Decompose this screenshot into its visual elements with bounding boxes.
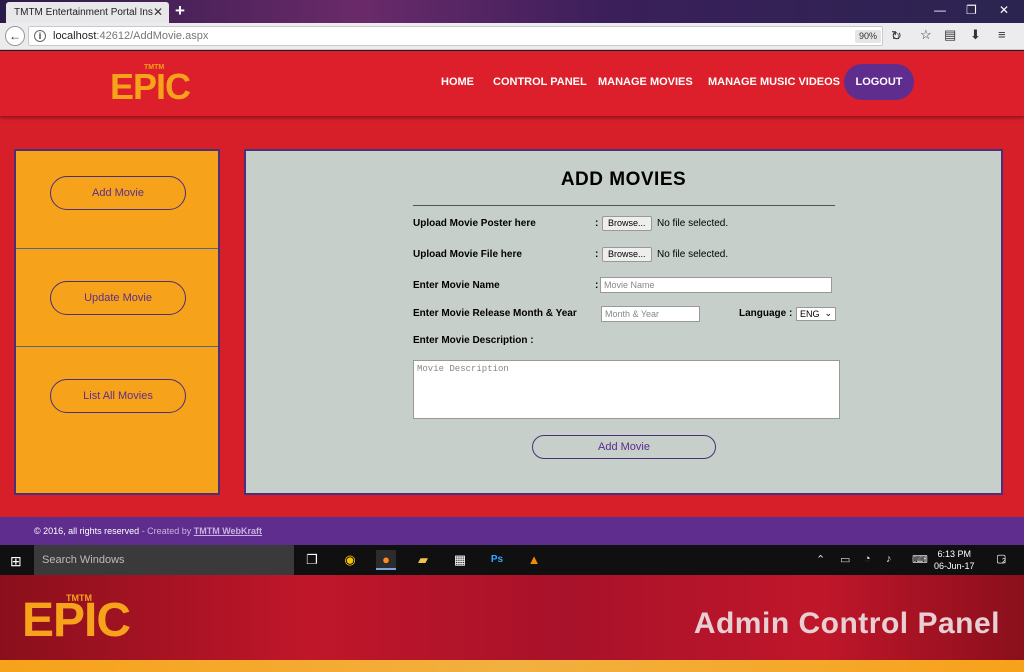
minimize-icon[interactable]: — [934, 3, 946, 17]
release-date-input[interactable]: Month & Year [601, 306, 700, 322]
home-icon[interactable]: ⌂ [892, 27, 900, 42]
url-host: localhost [53, 30, 97, 42]
release-date-label: Enter Movie Release Month & Year [413, 308, 577, 319]
url-text: localhost:42612/AddMovie.aspx [53, 30, 208, 42]
language-value: ENG [800, 309, 820, 319]
movie-name-input[interactable]: Movie Name [600, 277, 832, 293]
sidebar-add-movie-button[interactable]: Add Movie [50, 176, 186, 210]
language-select[interactable]: ENG ⌄ [796, 307, 836, 321]
chrome-icon[interactable]: ◉ [340, 550, 360, 570]
nav-manage-movies[interactable]: MANAGE MOVIES [598, 76, 693, 88]
zoom-level[interactable]: 90% [855, 30, 881, 43]
sidebar-list-all-movies-button[interactable]: List All Movies [50, 379, 186, 413]
clock-date: 06-Jun-17 [934, 561, 975, 571]
movie-name-label: Enter Movie Name [413, 280, 500, 291]
taskbar-search-box[interactable]: Search Windows [34, 545, 294, 575]
banner-logo-mark: TMTM [66, 593, 92, 603]
calculator-icon[interactable]: ▦ [450, 550, 470, 570]
address-bar[interactable]: i localhost:42612/AddMovie.aspx 90% ↻ [28, 26, 902, 46]
file-explorer-icon[interactable]: ▰ [413, 550, 433, 570]
vlc-icon[interactable]: ▲ [524, 550, 544, 570]
title-divider [413, 205, 835, 206]
description-label: Enter Movie Description : [413, 335, 534, 346]
movie-file-status: No file selected. [657, 249, 729, 260]
maximize-icon[interactable]: ❐ [966, 3, 977, 17]
new-tab-icon[interactable]: + [175, 1, 185, 21]
close-window-icon[interactable]: ✕ [999, 3, 1009, 17]
battery-icon[interactable]: ▭ [840, 553, 850, 566]
add-movie-submit-button[interactable]: Add Movie [532, 435, 716, 459]
banner-logo: TMTM EPIC [22, 593, 131, 648]
firefox-icon[interactable]: ● [376, 550, 396, 570]
colon: : [595, 218, 599, 229]
page-title: ADD MOVIES [560, 169, 687, 190]
windows-start-icon[interactable]: ⊞ [10, 553, 22, 570]
banner-title: Admin Control Panel [693, 607, 1000, 640]
browser-tab-bar: TMTM Entertainment Portal Ins ✕ + — ❐ ✕ [0, 0, 1024, 23]
site-footer: © 2016, all rights reserved - Created by… [0, 517, 1024, 545]
download-icon[interactable]: ⬇ [970, 27, 981, 43]
hamburger-menu-icon[interactable]: ≡ [998, 27, 1006, 42]
browser-tab-title: TMTM Entertainment Portal Ins [14, 7, 153, 18]
browser-nav-bar: ← i localhost:42612/AddMovie.aspx 90% ↻ … [0, 23, 1024, 50]
nav-home[interactable]: HOME [441, 76, 474, 88]
notification-icon[interactable]: ▢ 2 [996, 552, 1006, 565]
keyboard-icon[interactable]: ⌨ [912, 553, 928, 566]
add-movie-panel: ADD MOVIES Upload Movie Poster here : Br… [244, 149, 1003, 495]
sidebar-section: List All Movies [16, 347, 218, 445]
browser-tab[interactable]: TMTM Entertainment Portal Ins ✕ [6, 2, 169, 23]
info-icon[interactable]: i [34, 30, 46, 42]
photoshop-icon[interactable]: Ps [487, 550, 507, 570]
clock-time: 6:13 PM [937, 549, 972, 559]
created-by-text: - Created by [139, 526, 194, 536]
sidebar: Add Movie Update Movie List All Movies [14, 149, 220, 495]
task-view-icon[interactable]: ❐ [302, 550, 322, 570]
volume-icon[interactable]: ♪ [886, 553, 892, 565]
logo-text: EPIC [110, 66, 191, 107]
sidebar-section: Add Movie [16, 151, 218, 249]
site-header: TMTM EPIC HOME CONTROL PANEL MANAGE MOVI… [0, 51, 1024, 116]
poster-browse-button[interactable]: Browse... [602, 216, 652, 231]
sidebar-section: Update Movie [16, 249, 218, 347]
logout-button[interactable]: LOGOUT [844, 64, 914, 100]
movie-file-browse-button[interactable]: Browse... [602, 247, 652, 262]
taskbar-clock[interactable]: 6:13 PM 06-Jun-17 [934, 548, 975, 572]
movie-file-label: Upload Movie File here [413, 249, 522, 260]
nav-control-panel[interactable]: CONTROL PANEL [493, 76, 587, 88]
bookmark-star-icon[interactable]: ☆ [920, 27, 932, 43]
poster-label: Upload Movie Poster here [413, 218, 536, 229]
reading-list-icon[interactable]: ▤ [944, 27, 956, 43]
wifi-icon[interactable]: ◔ [864, 553, 871, 565]
url-path: :42612/AddMovie.aspx [96, 30, 209, 42]
admin-banner: TMTM EPIC Admin Control Panel [0, 575, 1024, 672]
language-label: Language : [739, 308, 793, 319]
web-page: TMTM EPIC HOME CONTROL PANEL MANAGE MOVI… [0, 51, 1024, 545]
nav-manage-music-videos[interactable]: MANAGE MUSIC VIDEOS [708, 76, 840, 88]
site-logo[interactable]: TMTM EPIC [110, 64, 191, 108]
description-textarea[interactable]: Movie Description [413, 360, 840, 419]
banner-strip [0, 660, 1024, 672]
chevron-up-icon[interactable]: ⌃ [816, 553, 825, 566]
close-tab-icon[interactable]: ✕ [153, 5, 163, 19]
colon: : [595, 280, 599, 291]
poster-file-status: No file selected. [657, 218, 729, 229]
chevron-down-icon: ⌄ [824, 308, 832, 318]
webkraft-link[interactable]: TMTM WebKraft [194, 526, 262, 536]
windows-taskbar: ⊞ Search Windows ❐ ◉ ● ▰ ▦ Ps ▲ ⌃ ▭ ◔ ♪ … [0, 545, 1024, 575]
back-arrow-icon[interactable]: ← [5, 26, 25, 46]
notification-count: 2 [1002, 558, 1006, 565]
sidebar-update-movie-button[interactable]: Update Movie [50, 281, 186, 315]
logo-mark: TMTM [144, 64, 165, 71]
colon: : [595, 249, 599, 260]
copyright-text: © 2016, all rights reserved [34, 526, 140, 536]
